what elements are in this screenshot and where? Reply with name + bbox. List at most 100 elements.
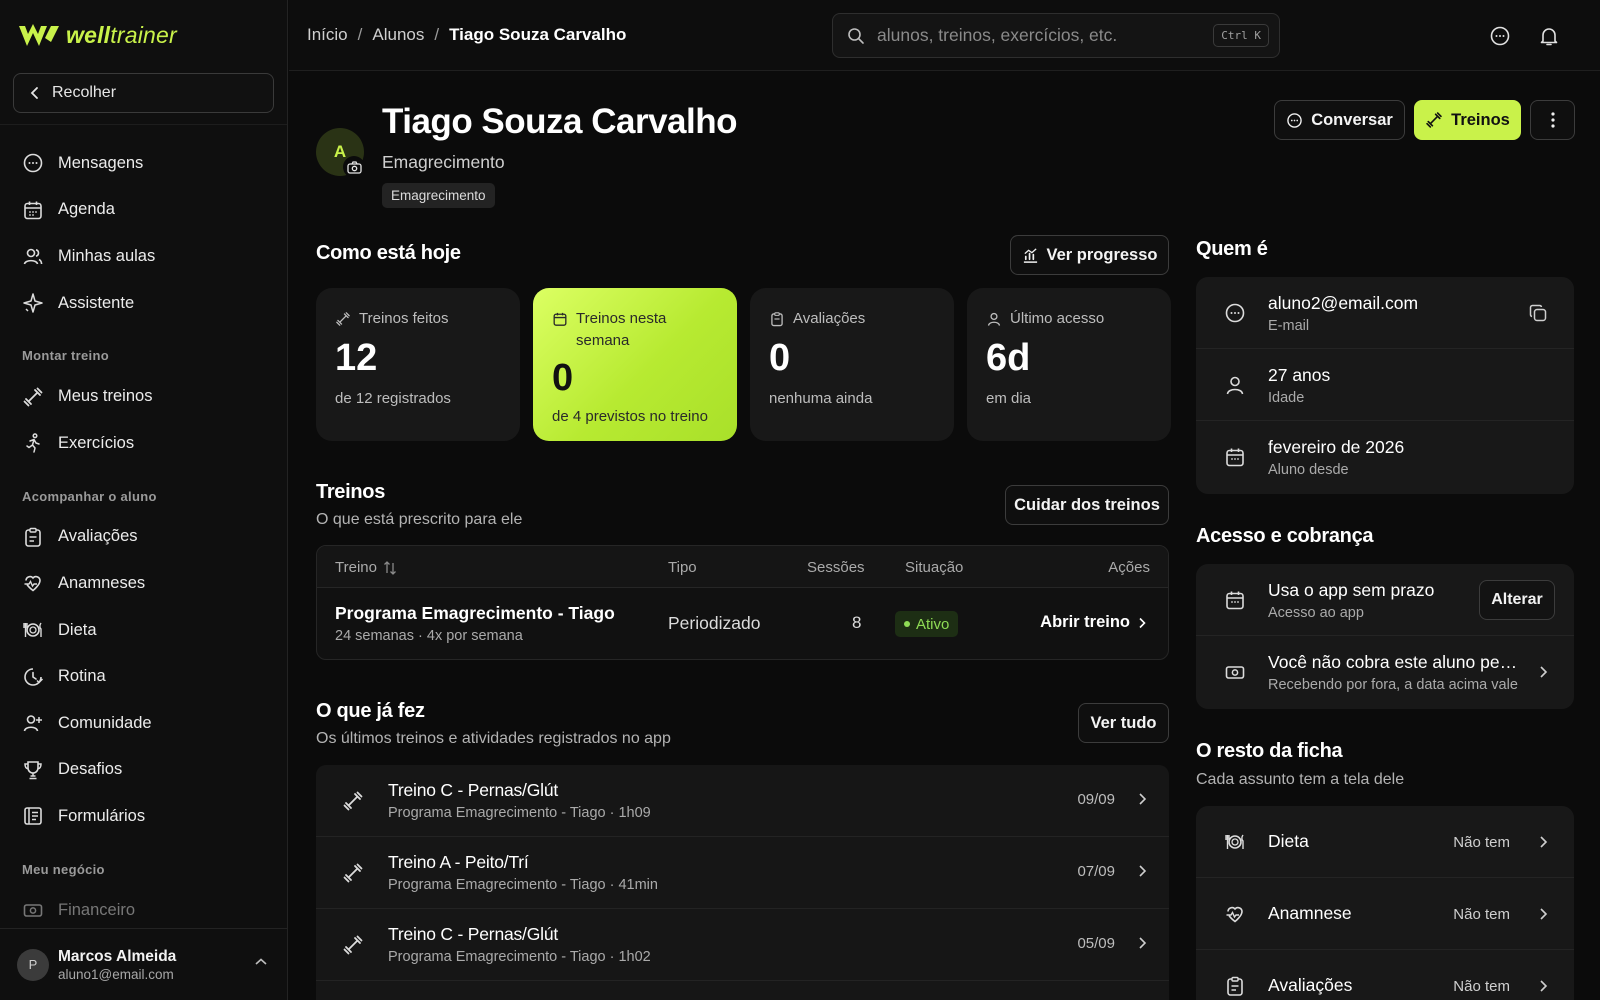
sort-icon[interactable] (383, 560, 397, 576)
sidebar-item-label: Agenda (58, 200, 115, 219)
column-header-sessoes: Sessões (807, 559, 865, 576)
stat-label-text: Avaliações (793, 310, 866, 327)
list-item[interactable]: Treino C - Pernas/Glút Programa Emagreci… (316, 909, 1169, 981)
more-options-button[interactable] (1530, 100, 1575, 140)
sidebar-item-label: Dieta (58, 620, 97, 639)
ver-tudo-button[interactable]: Ver tudo (1078, 703, 1169, 743)
sidebar-section-montar: Montar treino (22, 348, 109, 364)
stat-label: Último acesso (986, 308, 1156, 330)
more-vertical-icon (1550, 112, 1555, 128)
activity-meta: Programa Emagrecimento - Tiago · 1h09 (388, 805, 651, 821)
person-icon (987, 312, 1001, 326)
chevron-right-icon (1139, 617, 1146, 628)
messages-icon[interactable] (1489, 25, 1511, 47)
sidebar-item-label: Meus treinos (58, 387, 153, 406)
since-value: fevereiro de 2026 (1268, 437, 1405, 457)
sidebar-item-label: Financeiro (58, 900, 136, 919)
chevron-right-icon (1139, 865, 1147, 877)
logo[interactable]: welltrainer (18, 22, 177, 49)
sidebar-item-assistente[interactable]: Assistente (0, 280, 287, 327)
search-input[interactable] (877, 25, 1207, 46)
activity-title: Treino A - Peito/Trí (388, 852, 529, 872)
conversar-label: Conversar (1311, 110, 1393, 129)
abrir-treino-link[interactable]: Abrir treino (1040, 613, 1146, 632)
sidebar-item-avaliacoes[interactable]: Avaliações (0, 514, 287, 561)
table-row[interactable]: Programa Emagrecimento - Tiago 24 semana… (317, 588, 1168, 659)
workouts-subtitle: O que está prescrito para ele (316, 511, 523, 528)
age-label: Idade (1268, 390, 1305, 406)
cash-icon (1225, 666, 1245, 679)
calendar-icon (1226, 591, 1244, 610)
sidebar-item-meus-treinos[interactable]: Meus treinos (0, 373, 287, 420)
dumbbell-icon (343, 935, 363, 955)
activity-date: 05/09 (1077, 935, 1115, 952)
record-row-avaliacoes[interactable]: Avaliações Não tem (1196, 950, 1574, 1000)
dumbbell-icon (23, 387, 43, 407)
charge-row[interactable]: Você não cobra este aluno pelo app Receb… (1196, 636, 1574, 708)
record-row-dieta[interactable]: Dieta Não tem (1196, 806, 1574, 878)
table-header: Treino Tipo Sessões Situação Ações (317, 546, 1168, 588)
user-menu[interactable]: P Marcos Almeida aluno1@email.com (0, 928, 287, 1000)
sidebar-item-anamneses[interactable]: Anamneses (0, 560, 287, 607)
activity-date: 09/09 (1077, 791, 1115, 808)
bell-icon[interactable] (1538, 25, 1560, 47)
access-row: Usa o app sem prazo Acesso ao app Altera… (1196, 564, 1574, 636)
treinos-button[interactable]: Treinos (1414, 100, 1521, 140)
sidebar-item-financeiro[interactable]: Financeiro (0, 887, 287, 934)
search-icon (848, 27, 864, 44)
list-item[interactable]: Treino C - Pernas/Glút Programa Emagreci… (316, 765, 1169, 837)
email-value: aluno2@email.com (1268, 293, 1419, 313)
trophy-icon (24, 761, 42, 780)
collapse-sidebar-button[interactable]: Recolher (13, 73, 274, 113)
copy-icon[interactable] (1528, 303, 1548, 323)
workout-meta: 24 semanas · 4x por semana (335, 628, 523, 644)
logo-text: welltrainer (66, 22, 177, 48)
person-icon (1226, 376, 1244, 395)
history-subtitle: Os últimos treinos e atividades registra… (316, 730, 671, 747)
status-dot-icon (904, 621, 910, 627)
cuidar-treinos-button[interactable]: Cuidar dos treinos (1005, 485, 1169, 525)
search-shortcut: Ctrl K (1213, 24, 1269, 47)
sidebar-item-label: Mensagens (58, 153, 144, 172)
ver-progresso-button[interactable]: Ver progresso (1010, 235, 1169, 275)
stat-value: 12 (335, 337, 378, 379)
sidebar-item-rotina[interactable]: Rotina (0, 653, 287, 700)
sidebar-item-minhas-aulas[interactable]: Minhas aulas (0, 233, 287, 280)
breadcrumb-separator: / (434, 25, 440, 44)
workouts-title: Treinos (316, 481, 386, 503)
sidebar-item-label: Avaliações (58, 527, 138, 546)
conversar-button[interactable]: Conversar (1274, 100, 1405, 140)
breadcrumb-alunos[interactable]: Alunos (372, 25, 424, 45)
age-value: 27 anos (1268, 365, 1331, 385)
chat-icon (23, 153, 43, 173)
sidebar-item-exercicios[interactable]: Exercícios (0, 420, 287, 467)
stat-label-text: Último acesso (1010, 310, 1105, 327)
search-box[interactable]: Ctrl K (832, 13, 1280, 58)
email-label: E-mail (1268, 318, 1310, 334)
info-row-aluno-desde: fevereiro de 2026 Aluno desde (1196, 421, 1574, 493)
info-row-email: aluno2@email.com E-mail (1196, 277, 1574, 349)
sidebar-item-comunidade[interactable]: Comunidade (0, 700, 287, 747)
heart-pulse-icon (1226, 906, 1243, 923)
alterar-button[interactable]: Alterar (1479, 580, 1555, 620)
camera-icon (346, 160, 362, 174)
record-row-anamnese[interactable]: Anamnese Não tem (1196, 878, 1574, 950)
sidebar-item-mensagens[interactable]: Mensagens (0, 140, 287, 187)
change-photo-button[interactable] (343, 156, 365, 178)
list-item[interactable]: Treino A - Peito/Trí Programa Emagrecime… (316, 837, 1169, 909)
sidebar-section-negocio: Meu negócio (22, 861, 105, 877)
sidebar-item-agenda[interactable]: Agenda (0, 187, 287, 234)
sidebar-item-formularios[interactable]: Formulários (0, 793, 287, 840)
student-goal: Emagrecimento (382, 152, 505, 172)
column-header-treino[interactable]: Treino (335, 559, 377, 576)
access-label: Acesso ao app (1268, 605, 1364, 621)
breadcrumb-inicio[interactable]: Início (307, 25, 348, 45)
sidebar-item-desafios[interactable]: Desafios (0, 747, 287, 794)
cash-icon (23, 904, 43, 917)
record-card: Dieta Não tem Anamnese Não tem Avaliaçõe… (1196, 806, 1574, 1000)
sidebar-item-dieta[interactable]: Dieta (0, 607, 287, 654)
chevron-right-icon (1139, 937, 1147, 949)
charge-value: Você não cobra este aluno pelo app (1268, 652, 1518, 672)
stat-value: 0 (552, 357, 574, 399)
chevron-right-icon (1540, 666, 1548, 678)
